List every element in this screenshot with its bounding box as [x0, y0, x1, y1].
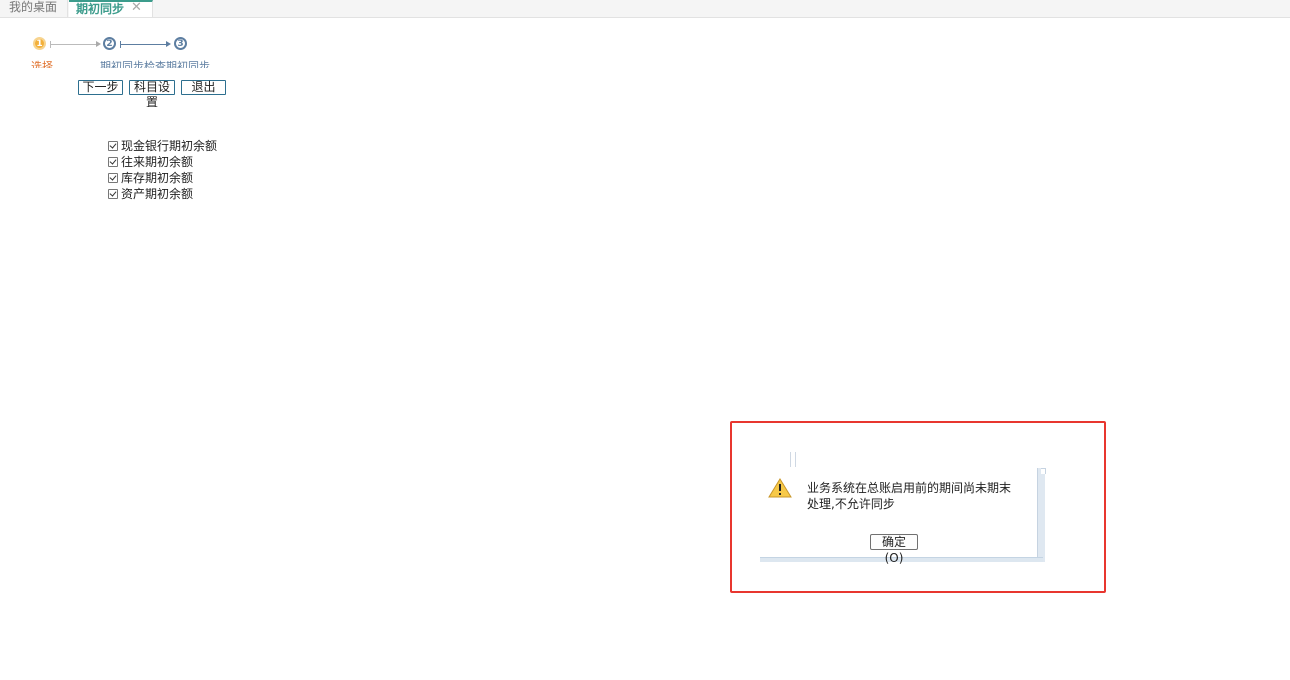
- subject-settings-label: 科目设置: [133, 80, 170, 109]
- dialog-message: 业务系统在总账启用前的期间尚未期末处理,不允许同步: [807, 481, 1012, 511]
- ok-button-label: 确定: [881, 535, 906, 549]
- option-label: 现金银行期初余额: [121, 139, 218, 153]
- subject-settings-button[interactable]: 科目设置: [129, 80, 175, 109]
- arrow-right-icon: [96, 41, 101, 47]
- dialog-frame-mark: [790, 452, 796, 467]
- dialog-right-border: [1037, 468, 1045, 562]
- tab-opening-sync-label: 期初同步: [76, 2, 125, 16]
- option-cash-bank-opening[interactable]: 现金银行期初余额: [108, 138, 217, 154]
- step-1-indicator: 1: [33, 37, 46, 50]
- step-2-indicator: 2: [103, 37, 116, 50]
- option-label: 资产期初余额: [121, 187, 194, 201]
- step-connector-2: [120, 44, 168, 45]
- dialog-right-border-cap: [1041, 468, 1046, 474]
- arrow-right-icon: [166, 41, 171, 47]
- option-inventory-opening[interactable]: 库存期初余额: [108, 170, 193, 186]
- next-step-button[interactable]: 下一步: [78, 80, 123, 95]
- tab-my-desktop-label: 我的桌面: [9, 0, 58, 14]
- checkbox-checked-icon[interactable]: [108, 141, 118, 151]
- step-connector-1: [50, 44, 98, 45]
- exit-button[interactable]: 退出: [181, 80, 226, 95]
- checkbox-checked-icon[interactable]: [108, 173, 118, 183]
- ok-shortcut-label: (O): [884, 551, 904, 565]
- option-assets-opening[interactable]: 资产期初余额: [108, 186, 193, 202]
- step-1-label: 选择: [31, 60, 53, 68]
- close-icon[interactable]: ✕: [131, 1, 142, 14]
- option-label: 往来期初余额: [121, 155, 194, 169]
- warning-icon: [768, 478, 792, 498]
- checkbox-checked-icon[interactable]: [108, 157, 118, 167]
- step-2-3-label: 期初同步检查期初同步: [100, 60, 210, 68]
- checkbox-checked-icon[interactable]: [108, 189, 118, 199]
- tab-bar: 我的桌面 期初同步 ✕: [0, 0, 1290, 18]
- step-3-indicator: 3: [174, 37, 187, 50]
- option-current-accounts-opening[interactable]: 往来期初余额: [108, 154, 193, 170]
- tab-opening-sync[interactable]: 期初同步 ✕: [69, 0, 153, 17]
- option-label: 库存期初余额: [121, 171, 194, 185]
- tab-my-desktop[interactable]: 我的桌面: [0, 0, 68, 17]
- ok-button[interactable]: 确定 (O): [870, 534, 918, 565]
